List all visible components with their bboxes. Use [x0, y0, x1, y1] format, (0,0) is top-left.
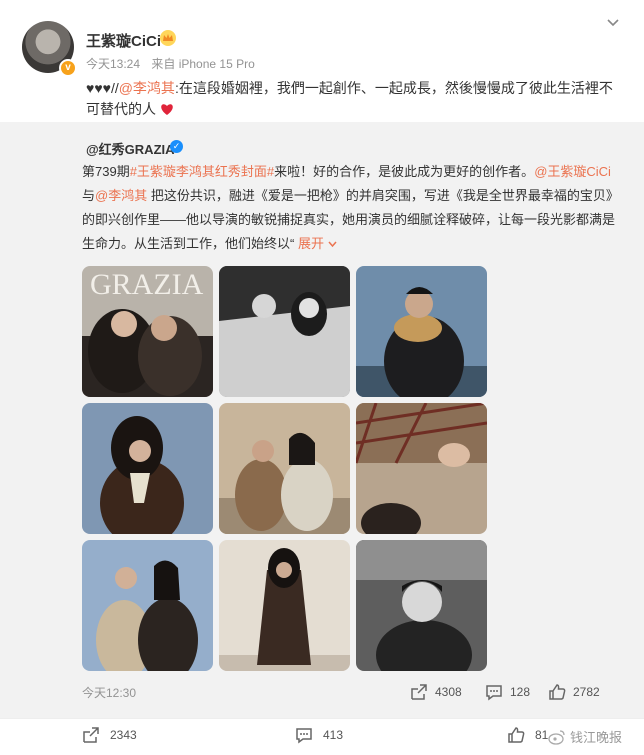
photo-7[interactable]	[82, 540, 213, 671]
post-text: ♥♥♥//@李鸿其:在這段婚姻裡，我們一起創作、一起成長，然後慢慢成了彼此生活裡…	[86, 78, 616, 120]
repost-like-count: 2782	[573, 685, 600, 699]
author-name[interactable]: 王紫璇CiCi	[86, 30, 161, 51]
repost-comment-button[interactable]: 128	[485, 683, 530, 701]
photo-8[interactable]	[219, 540, 350, 671]
share-icon	[83, 727, 99, 743]
comment-button[interactable]: 413	[295, 726, 343, 744]
blue-verified-icon: ✓	[170, 140, 183, 153]
weibo-post: v 王紫璇CiCi 今天13:24 来自 iPhone 15 Pro ♥♥♥//…	[0, 0, 644, 755]
photo-9[interactable]	[356, 540, 487, 671]
watermark: 钱江晚报	[548, 727, 622, 746]
weibo-logo-icon	[548, 729, 565, 745]
crown-icon	[160, 30, 176, 46]
repost-text-1: 第739期	[82, 164, 130, 179]
repost-time: 今天12:30	[82, 686, 137, 700]
repost-comment-count: 128	[510, 685, 531, 699]
like-count: 81	[535, 728, 549, 742]
mention-link-lihongqi[interactable]: @李鸿其	[95, 188, 147, 203]
comment-icon	[296, 728, 312, 744]
divider	[0, 718, 644, 719]
repost-share-count: 4308	[435, 685, 462, 699]
cover-title: GRAZIA	[90, 268, 204, 301]
share-button[interactable]: 2343	[82, 726, 137, 744]
like-button[interactable]: 81	[507, 726, 548, 744]
post-text-prefix: ♥♥♥//	[86, 80, 119, 96]
photo-2[interactable]	[219, 266, 350, 397]
watermark-text: 钱江晚报	[570, 730, 623, 745]
heart-icon	[161, 104, 173, 115]
comment-icon	[486, 685, 502, 701]
repost-text-2: 来啦！好的合作，是彼此成为更好的创作者。	[274, 164, 535, 179]
expand-label: 展开	[297, 236, 324, 251]
photo-5[interactable]	[219, 403, 350, 534]
thumbs-up-icon	[508, 727, 525, 743]
post-meta: 今天13:24 来自 iPhone 15 Pro	[86, 55, 263, 72]
mention-link-cici[interactable]: @王紫璇CiCi	[534, 164, 611, 179]
post-source: 来自 iPhone 15 Pro	[151, 57, 255, 71]
chevron-down-icon[interactable]	[606, 16, 620, 30]
post-time: 今天13:24	[86, 57, 141, 71]
photo-grid: GRAZIA	[82, 266, 487, 671]
chevron-down-icon	[328, 241, 337, 248]
share-count: 2343	[110, 728, 137, 742]
verified-badge-icon: v	[59, 59, 77, 77]
mention-link[interactable]: @李鸿其	[119, 80, 175, 96]
photo-3[interactable]	[356, 266, 487, 397]
repost-share-button[interactable]: 4308	[410, 683, 462, 701]
repost-text: 第739期#王紫璇李鸿其红秀封面#来啦！好的合作，是彼此成为更好的创作者。@王紫…	[82, 160, 618, 256]
expand-link[interactable]: 展开	[298, 236, 337, 251]
repost-text-4: 把这份共识，融进《爱是一把枪》的并肩突围，写进《我是全世界最幸福的宝贝》的即兴创…	[82, 188, 616, 251]
photo-6[interactable]	[356, 403, 487, 534]
topic-link[interactable]: #王紫璇李鸿其红秀封面#	[130, 164, 274, 179]
repost-author[interactable]: @红秀GRAZIA	[86, 139, 175, 158]
thumbs-up-icon	[549, 684, 566, 700]
photo-1[interactable]: GRAZIA	[82, 266, 213, 397]
repost-like-button[interactable]: 2782	[548, 683, 600, 701]
share-icon	[411, 684, 427, 700]
comment-count: 413	[323, 728, 344, 742]
repost-text-3: 与	[82, 188, 96, 203]
photo-4[interactable]	[82, 403, 213, 534]
